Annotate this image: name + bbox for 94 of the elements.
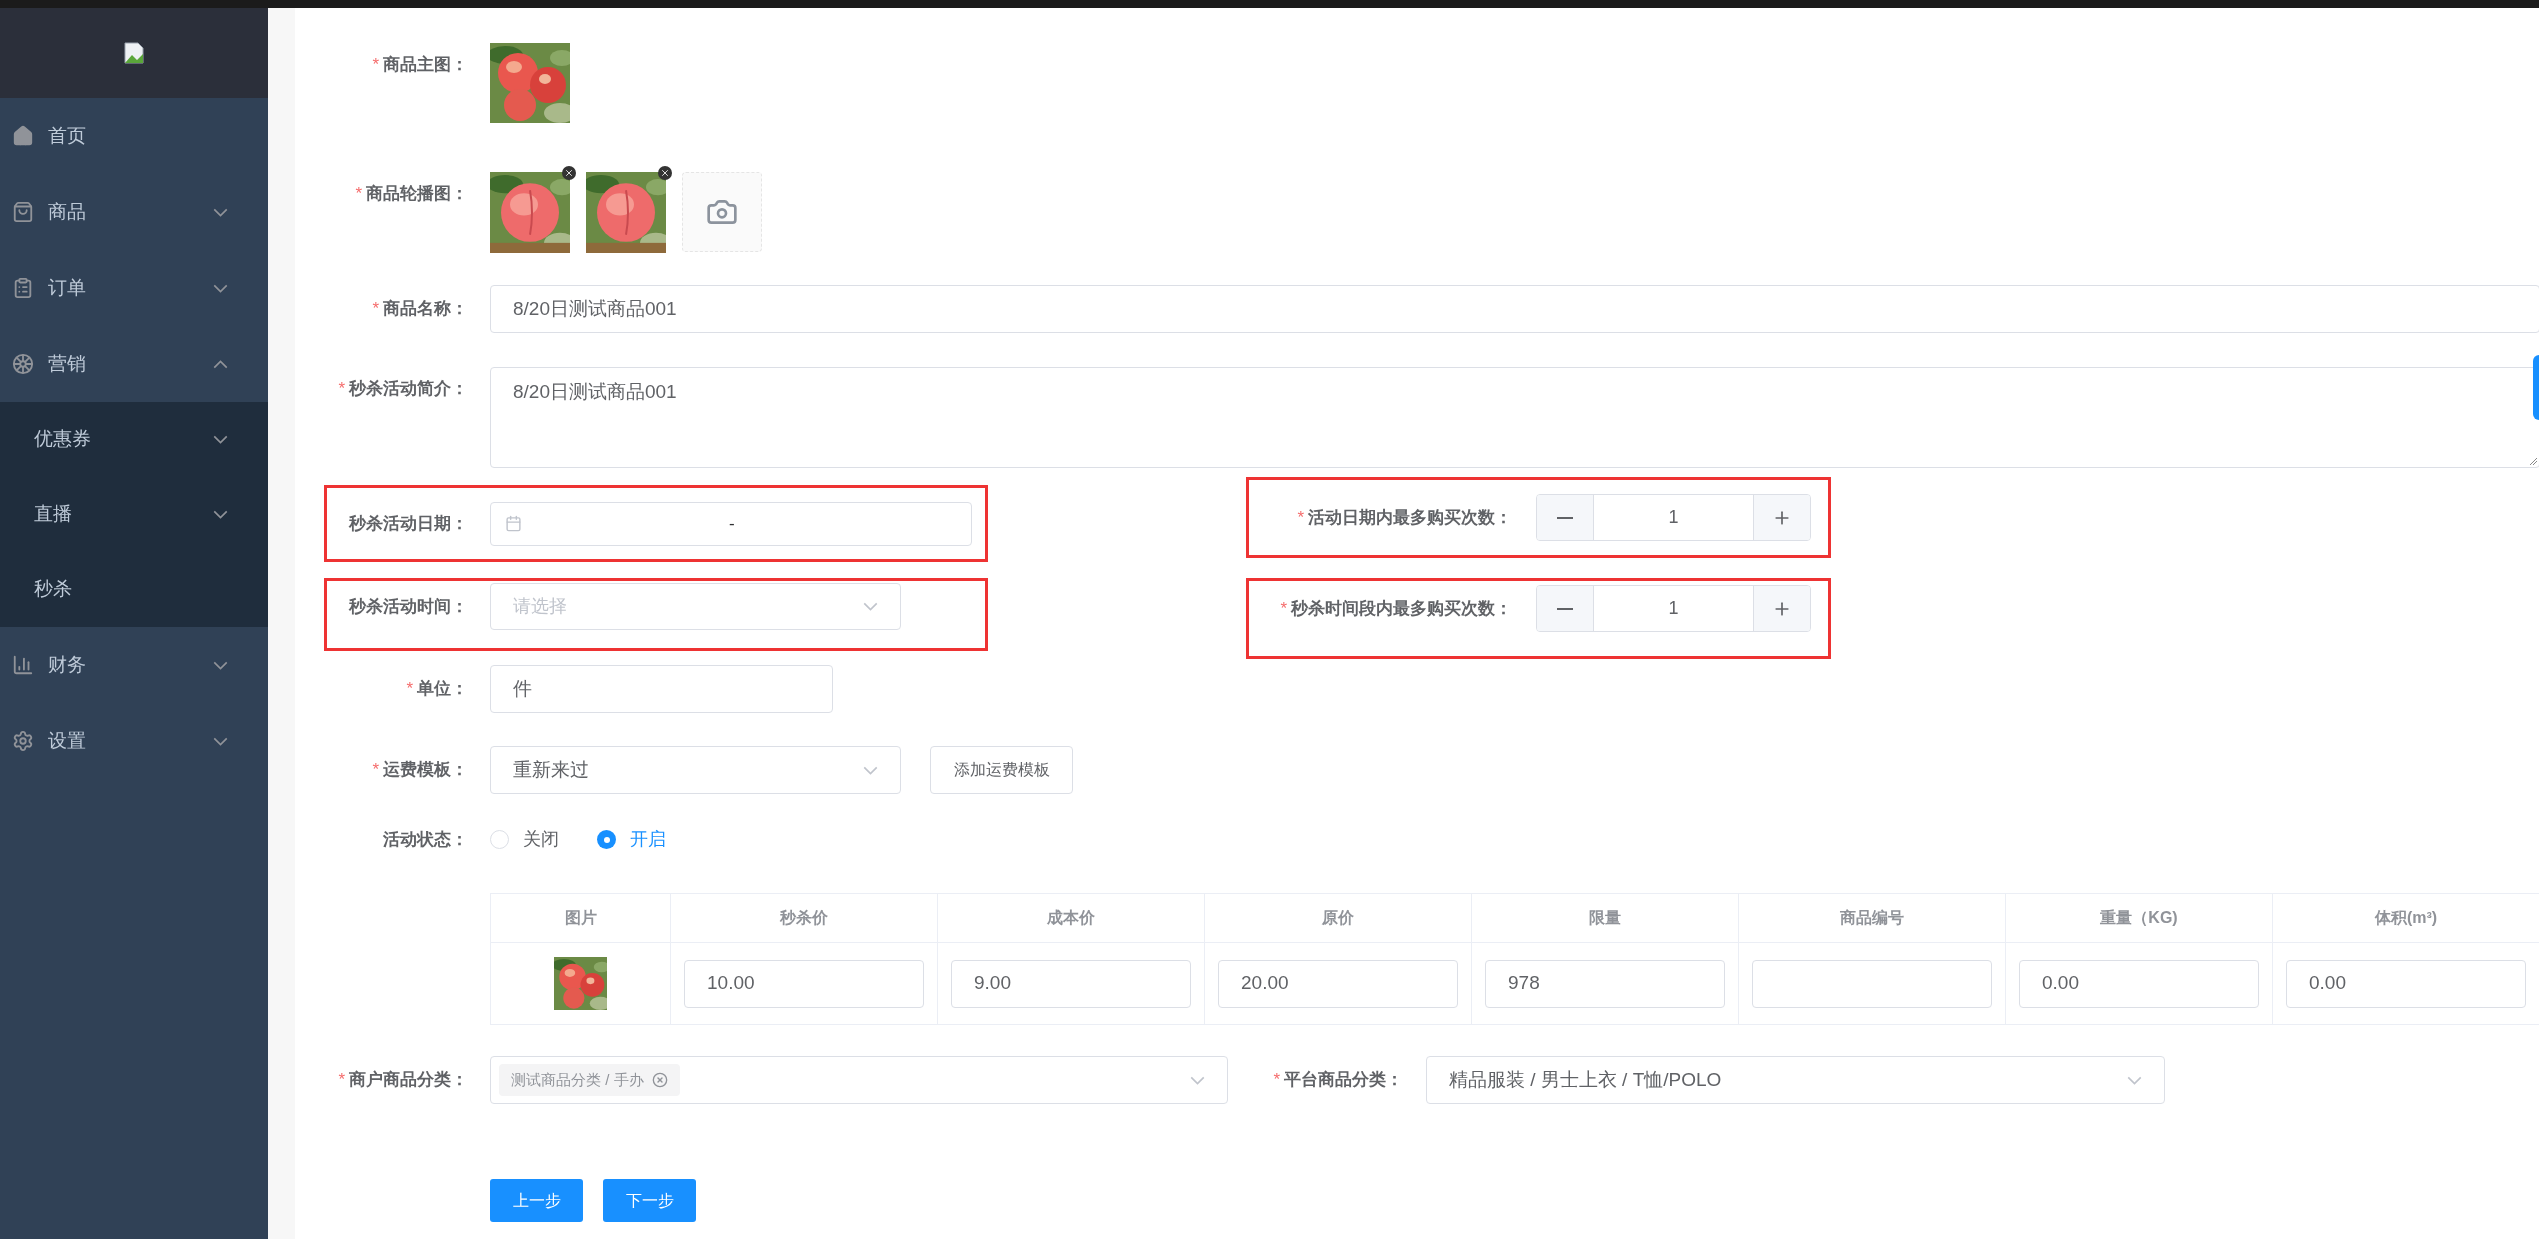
minus-icon [1556,607,1574,610]
bar-chart-icon [12,654,34,676]
menu-label: 优惠券 [34,427,91,452]
chevron-down-icon [863,765,878,775]
settings-icon [12,730,34,752]
menu-label: 秒杀 [34,577,72,602]
add-template-button[interactable]: 添加运费模板 [930,746,1073,794]
field-label: 商品主图： [383,54,468,77]
table-input[interactable]: 978 [1485,959,1725,1008]
field-label: 秒杀时间段内最多购买次数： [1291,597,1512,620]
column-header: 图片 [491,894,671,942]
field-label: 秒杀活动简介： [349,378,468,401]
remove-icon[interactable] [562,166,576,180]
radio-option[interactable]: 开启 [597,826,666,853]
required-mark: * [406,678,413,701]
number-stepper[interactable]: 1 [1536,494,1811,541]
table-input[interactable]: 20.00 [1218,959,1458,1008]
table-input[interactable]: 0.00 [2019,959,2259,1008]
required-mark: * [1280,597,1287,620]
step-button[interactable]: 上一步 [490,1179,583,1222]
intro-textarea[interactable]: 8/20日测试商品001 [490,367,2539,468]
field-label: 秒杀活动日期： [349,512,468,535]
field-label: 商品名称： [383,298,468,321]
stepper-value: 1 [1667,597,1680,620]
upload-button[interactable] [682,172,762,252]
column-header: 重量（KG) [2006,894,2273,942]
required-mark: * [372,759,379,782]
wheel-icon [12,353,34,375]
required-mark: * [355,183,362,206]
required-mark: * [338,1069,345,1092]
shipping-template-select[interactable]: 重新来过 [490,746,901,794]
platform-category-select[interactable]: 精品服装 / 男士上衣 / T恤/POLO [1426,1056,2165,1104]
increment-button[interactable] [1753,586,1810,631]
resize-handle-icon[interactable] [2529,457,2537,465]
table-input[interactable]: 9.00 [951,959,1191,1008]
remove-icon[interactable] [658,166,672,180]
stepper-value: 1 [1667,506,1680,529]
field-label: 单位： [417,678,468,701]
minus-icon [1556,516,1574,519]
field-label: 平台商品分类： [1284,1069,1403,1092]
menu-item[interactable]: 设置 [0,703,268,779]
menu-item[interactable]: 订单 [0,250,268,326]
submenu-item[interactable]: 秒杀 [0,552,268,627]
table-input[interactable]: 10.00 [684,959,924,1008]
chevron-down-icon [2127,1075,2142,1085]
field-label: 活动状态： [383,828,468,851]
field-label: 商户商品分类： [349,1069,468,1092]
menu-item[interactable]: 首页 [0,98,268,174]
required-mark: * [1297,506,1304,529]
close-icon[interactable] [651,1072,668,1088]
step-button[interactable]: 下一步 [603,1179,696,1222]
table-input[interactable]: 0.00 [2286,959,2526,1008]
menu-label: 营销 [48,351,86,376]
menu-item[interactable]: 财务 [0,627,268,703]
column-header: 原价 [1205,894,1472,942]
number-stepper[interactable]: 1 [1536,585,1811,632]
radio-option[interactable]: 关闭 [490,826,559,853]
menu-label: 设置 [48,728,86,753]
column-header: 秒杀价 [671,894,938,942]
chevron-down-icon [1190,1075,1205,1085]
increment-button[interactable] [1753,495,1810,540]
menu-label: 财务 [48,652,86,677]
field-label: 活动日期内最多购买次数： [1308,506,1512,529]
required-mark: * [338,378,345,401]
bag-icon [12,201,34,223]
home-icon [12,125,34,147]
range-separator: - [729,512,735,535]
field-label: 商品轮播图： [366,183,468,206]
table-input[interactable] [1752,959,1992,1008]
broken-image-icon [123,42,145,64]
column-header: 体积(m³) [2273,894,2539,942]
menu-label: 首页 [48,123,86,148]
calendar-icon [505,515,522,532]
field-label: 运费模板： [383,759,468,782]
column-header: 成本价 [938,894,1205,942]
required-mark: * [372,298,379,321]
date-range-field[interactable]: - [490,501,972,546]
chevron-down-icon [863,602,878,611]
menu-label: 直播 [34,502,72,527]
menu-label: 订单 [48,275,86,300]
column-header: 商品编号 [1739,894,2006,942]
clipboard-icon [12,277,34,299]
menu-item[interactable]: 营销 [0,326,268,402]
tag-label: 测试商品分类 / 手办 [511,1069,644,1090]
required-mark: * [372,54,379,77]
unit-field[interactable]: 件 [490,665,833,713]
column-header: 限量 [1472,894,1739,942]
field-label: 秒杀活动时间： [349,595,468,618]
submenu-item[interactable]: 直播 [0,477,268,552]
menu-label: 商品 [48,199,86,224]
submenu-item[interactable]: 优惠券 [0,402,268,477]
menu-item[interactable]: 商品 [0,174,268,250]
name-field[interactable]: 8/20日测试商品001 [490,285,2539,333]
required-mark: * [1273,1069,1280,1092]
